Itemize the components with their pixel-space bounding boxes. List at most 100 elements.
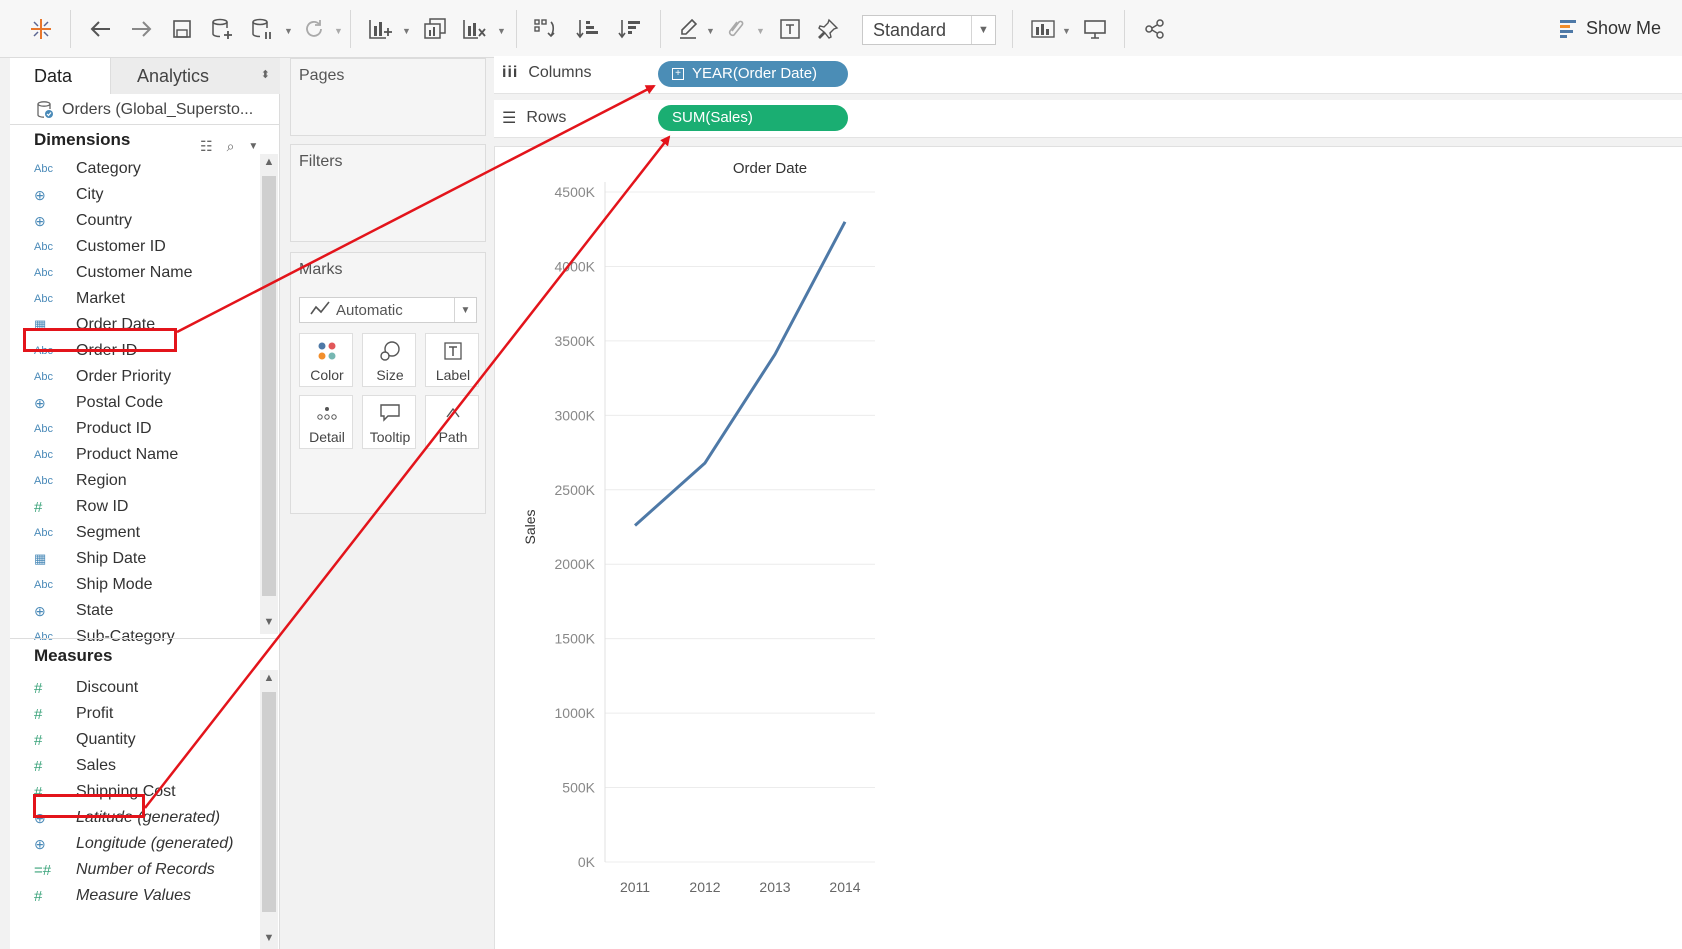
number-icon: # xyxy=(34,731,43,749)
field-order-priority[interactable]: Abc Order Priority xyxy=(34,364,171,390)
chevron-down-icon[interactable]: ▼ xyxy=(706,26,715,36)
field-ship-date[interactable]: ▦ Ship Date xyxy=(34,546,146,572)
share-icon[interactable] xyxy=(1140,12,1170,46)
scroll-thumb[interactable] xyxy=(262,692,276,912)
field-category[interactable]: Abc Category xyxy=(34,156,141,182)
undo-icon[interactable] xyxy=(86,12,116,46)
x-tick-label: 2012 xyxy=(689,879,720,895)
chevron-down-icon[interactable]: ▼ xyxy=(497,26,506,36)
field-customer-id[interactable]: Abc Customer ID xyxy=(34,234,166,260)
abc-icon: Abc xyxy=(34,371,53,383)
tab-data[interactable]: Data xyxy=(10,58,110,94)
chevron-down-icon[interactable]: ▼ xyxy=(454,298,476,322)
field-segment[interactable]: Abc Segment xyxy=(34,520,140,546)
scroll-up-icon[interactable]: ▲ xyxy=(260,156,278,168)
filters-card[interactable]: Filters xyxy=(290,144,486,242)
chevron-down-icon[interactable]: ▼ xyxy=(1062,26,1071,36)
field-ship-mode[interactable]: Abc Ship Mode xyxy=(34,572,153,598)
new-datasource-icon[interactable] xyxy=(208,12,236,46)
chevron-down-icon[interactable]: ▼ xyxy=(248,141,258,155)
scroll-up-icon[interactable]: ▲ xyxy=(260,672,278,684)
field-discount[interactable]: # Discount xyxy=(34,675,138,701)
new-worksheet-icon[interactable] xyxy=(366,12,396,46)
label-icon[interactable] xyxy=(776,12,804,46)
field-longitude-generated[interactable]: ⊕ Longitude (generated) xyxy=(34,831,233,857)
size-icon xyxy=(363,340,417,362)
highlight-icon[interactable] xyxy=(674,12,702,46)
field-region[interactable]: Abc Region xyxy=(34,468,127,494)
field-country[interactable]: ⊕ Country xyxy=(34,208,132,234)
color-icon xyxy=(300,340,354,362)
chevron-down-icon[interactable]: ▼ xyxy=(334,26,343,36)
chevron-down-icon[interactable]: ▼ xyxy=(756,26,765,36)
detail-button[interactable]: Detail xyxy=(299,395,353,449)
tab-analytics[interactable]: Analytics ⬍ xyxy=(110,58,280,94)
sum-sales-pill[interactable]: SUM(Sales) xyxy=(658,105,848,131)
field-city[interactable]: ⊕ City xyxy=(34,182,104,208)
presentation-icon[interactable] xyxy=(1080,12,1110,46)
refresh-icon[interactable] xyxy=(300,12,328,46)
label-button[interactable]: Label xyxy=(425,333,479,387)
swap-icon[interactable] xyxy=(530,12,560,46)
tooltip-button[interactable]: Tooltip xyxy=(362,395,416,449)
chevron-down-icon[interactable]: ▼ xyxy=(971,16,995,44)
dimensions-scrollbar[interactable]: ▲ ▼ xyxy=(260,154,278,634)
tableau-logo-icon[interactable] xyxy=(26,12,56,46)
field-profit[interactable]: # Profit xyxy=(34,701,113,727)
mark-type-select[interactable]: Automatic ▼ xyxy=(299,297,477,323)
sort-descending-icon[interactable] xyxy=(614,12,644,46)
field-measure-values[interactable]: # Measure Values xyxy=(34,883,191,909)
color-button[interactable]: Color xyxy=(299,333,353,387)
toolbar-separator xyxy=(516,10,517,48)
view-size-select[interactable]: Standard ▼ xyxy=(862,15,996,45)
field-postal-code[interactable]: ⊕ Postal Code xyxy=(34,390,163,416)
rows-icon: ☰ xyxy=(502,110,517,127)
measures-scrollbar[interactable]: ▲ ▼ xyxy=(260,670,278,949)
sort-arrows-icon[interactable]: ⬍ xyxy=(261,68,270,81)
detail-icon xyxy=(300,402,354,424)
field-market[interactable]: Abc Market xyxy=(34,286,125,312)
field-number-of-records[interactable]: =# Number of Records xyxy=(34,857,215,883)
pin-icon[interactable] xyxy=(814,12,842,46)
y-tick-label: 0K xyxy=(578,854,596,870)
view-toggle-icon[interactable]: ☷ xyxy=(200,138,213,155)
field-label: Order Priority xyxy=(76,368,172,385)
pages-card[interactable]: Pages xyxy=(290,58,486,136)
abc-icon: Abc xyxy=(34,163,53,175)
field-product-id[interactable]: Abc Product ID xyxy=(34,416,152,442)
duplicate-icon[interactable] xyxy=(420,12,450,46)
field-row-id[interactable]: # Row ID xyxy=(34,494,128,520)
redo-icon[interactable] xyxy=(126,12,156,46)
datasource-item[interactable]: Orders (Global_Supersto... xyxy=(36,100,253,120)
pause-updates-icon[interactable] xyxy=(248,12,276,46)
year-order-date-pill[interactable]: + YEAR(Order Date) xyxy=(658,61,848,87)
field-label: Product ID xyxy=(76,420,152,437)
field-label: Number of Records xyxy=(76,861,215,878)
data-pane-tabs: Data Analytics ⬍ xyxy=(10,58,280,94)
rows-shelf[interactable]: ☰ Rows SUM(Sales) xyxy=(494,100,1682,138)
chevron-down-icon[interactable]: ▼ xyxy=(284,26,293,36)
size-button[interactable]: Size xyxy=(362,333,416,387)
save-icon[interactable] xyxy=(168,12,196,46)
show-me-button[interactable]: Show Me xyxy=(1560,18,1661,39)
field-label: Segment xyxy=(76,524,141,541)
scroll-thumb[interactable] xyxy=(262,176,276,596)
scroll-down-icon[interactable]: ▼ xyxy=(260,616,278,628)
path-button[interactable]: Path xyxy=(425,395,479,449)
search-icon[interactable]: ⌕ xyxy=(227,138,235,155)
abc-icon: Abc xyxy=(34,449,53,461)
expand-icon[interactable]: + xyxy=(672,68,684,80)
group-icon[interactable] xyxy=(720,12,748,46)
field-quantity[interactable]: # Quantity xyxy=(34,727,136,753)
columns-shelf[interactable]: iii Columns + YEAR(Order Date) xyxy=(494,56,1682,94)
sort-ascending-icon[interactable] xyxy=(572,12,602,46)
chevron-down-icon[interactable]: ▼ xyxy=(402,26,411,36)
rows-label: Rows xyxy=(526,109,567,126)
field-sales[interactable]: # Sales xyxy=(34,753,116,779)
field-state[interactable]: ⊕ State xyxy=(34,598,113,624)
fit-icon[interactable] xyxy=(1028,12,1058,46)
field-customer-name[interactable]: Abc Customer Name xyxy=(34,260,192,286)
field-product-name[interactable]: Abc Product Name xyxy=(34,442,178,468)
scroll-down-icon[interactable]: ▼ xyxy=(260,932,278,944)
clear-sheet-icon[interactable] xyxy=(460,12,490,46)
